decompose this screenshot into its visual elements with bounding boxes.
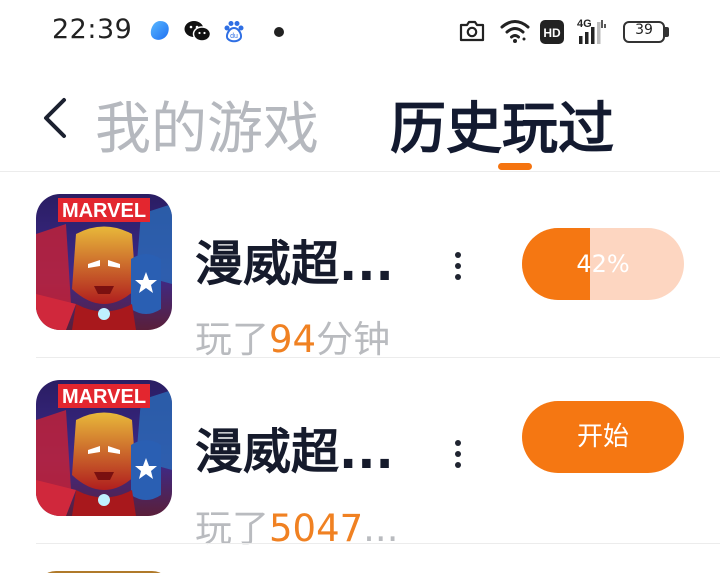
game-name: 漫威超... <box>195 236 394 292</box>
download-progress-button[interactable]: 42% <box>522 228 684 300</box>
game-playtime: 玩了94分钟 <box>195 309 390 363</box>
game-icon-marvel[interactable]: MARVEL <box>36 194 172 330</box>
playtime-value: 94 <box>269 318 317 361</box>
game-list-item-partial[interactable] <box>0 545 720 573</box>
camera-icon <box>459 20 485 46</box>
more-options-icon[interactable] <box>446 432 470 476</box>
signal-4g-icon: 4G <box>575 16 609 50</box>
start-game-button[interactable]: 开始 <box>522 401 684 473</box>
game-name: 漫威超... <box>195 424 394 480</box>
status-time: 22:39 <box>52 14 133 45</box>
game-icon-marvel[interactable]: MARVEL <box>36 380 172 516</box>
svg-text:du: du <box>230 33 238 40</box>
battery-tip <box>665 27 669 37</box>
game-list-item[interactable]: MARVEL 漫威超... 玩了5047... 开始 <box>0 358 720 550</box>
marvel-logo-text: MARVEL <box>62 386 146 408</box>
wifi-icon <box>500 18 530 48</box>
hd-icon: HD <box>540 20 564 48</box>
tab-my-games[interactable]: 我的游戏 <box>95 84 319 165</box>
chevron-left-icon <box>44 98 66 138</box>
back-button[interactable] <box>30 90 80 146</box>
more-options-icon[interactable] <box>446 244 470 288</box>
progress-text: 42% <box>576 250 630 278</box>
battery-level-text: 39 <box>635 22 653 38</box>
status-bar: 22:39 du HD 4G 39 <box>0 0 720 64</box>
network-label: 4G <box>577 18 592 30</box>
marvel-logo-text: MARVEL <box>62 200 146 222</box>
dot-icon <box>274 27 284 37</box>
wechat-icon <box>184 19 212 43</box>
baidu-icon: du <box>222 19 246 43</box>
game-list-item[interactable]: MARVEL 漫威超... 玩了94分钟 42% <box>0 172 720 361</box>
header: 我的游戏 历史玩过 <box>0 64 720 172</box>
playtime-suffix: 分钟 <box>316 318 391 361</box>
active-tab-indicator <box>498 163 532 170</box>
playtime-prefix: 玩了 <box>195 318 269 361</box>
hd-label: HD <box>543 26 561 40</box>
app-notification-icon <box>148 19 172 43</box>
battery-icon: 39 <box>623 21 665 43</box>
tab-history-played[interactable]: 历史玩过 <box>390 84 614 165</box>
row-divider <box>36 543 720 544</box>
